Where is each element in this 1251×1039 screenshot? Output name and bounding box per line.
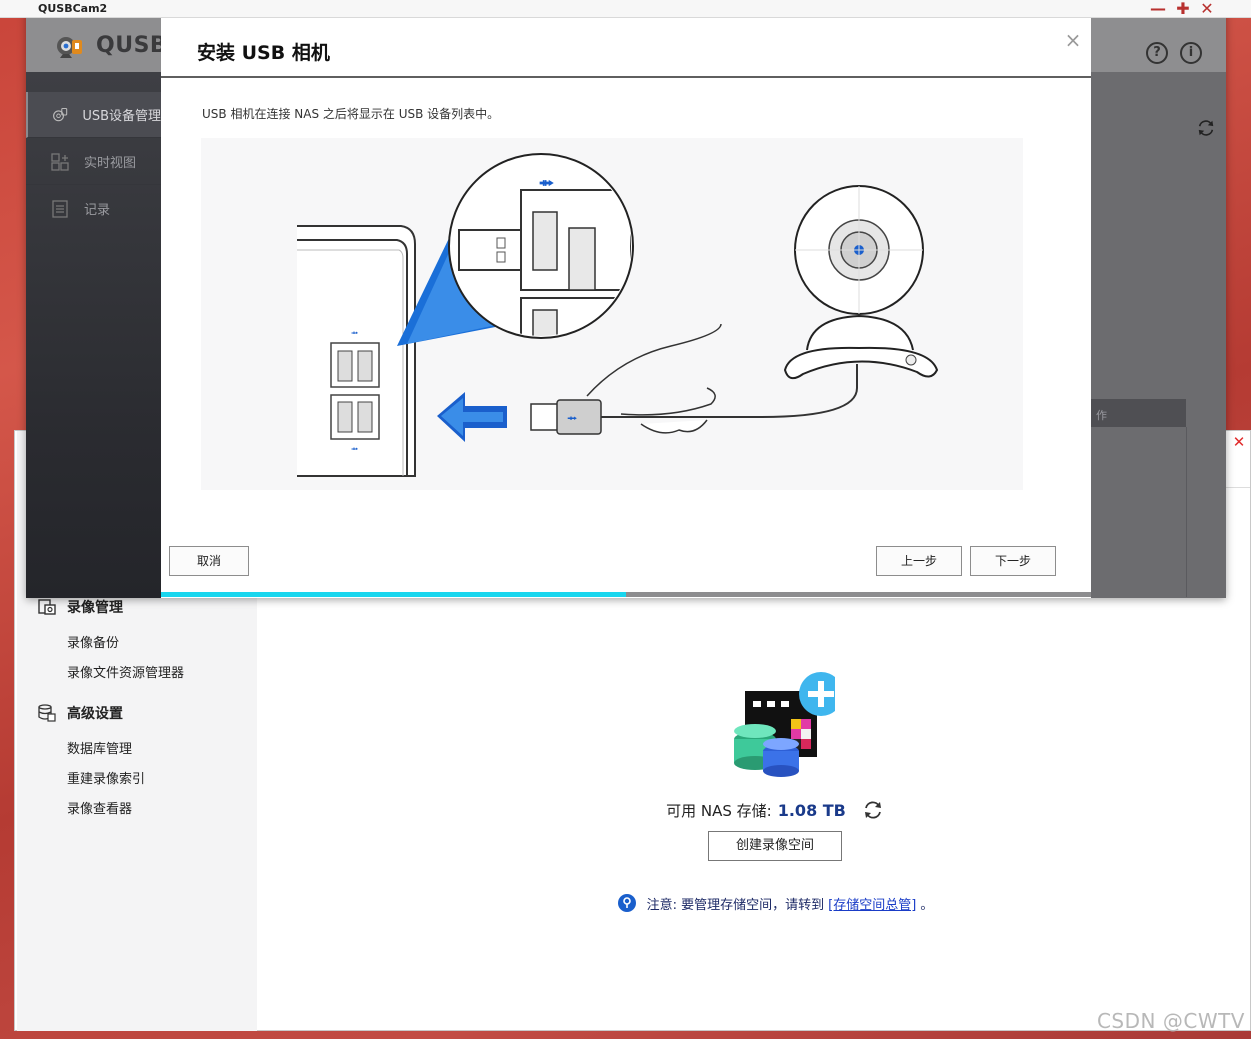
svg-text:⭼: ⭼ (539, 171, 554, 195)
svg-text:⭼: ⭼ (567, 411, 578, 427)
previous-step-button[interactable]: 上一步 (876, 546, 962, 576)
storage-manager-link[interactable]: [存储空间总管] (828, 894, 916, 913)
webcam-icon (53, 107, 68, 121)
grid-icon (51, 152, 69, 171)
install-usb-camera-dialog: 安装 USB 相机 × USB 相机在连接 NAS 之后将显示在 USB 设备列… (161, 18, 1091, 598)
group-title: 录像管理 (67, 600, 123, 616)
recording-folder-icon (38, 599, 56, 615)
database-settings-icon (38, 704, 56, 722)
table-column-header-actions: 作 (1090, 399, 1186, 427)
sidebar-item-label: 实时视图 (84, 156, 137, 171)
usb-camera-connection-illustration: ⭼ ⭼ ⭼ ⭼ (201, 138, 1023, 490)
create-recording-space-button[interactable]: 创建录像空间 (708, 831, 842, 861)
sidebar-group-recording-management[interactable]: 录像管理 (37, 597, 123, 617)
app-logo-text: QUSB (96, 33, 168, 58)
sidebar-item-live-view[interactable]: 实时视图 (26, 139, 161, 185)
sidebar-item-logs[interactable]: 记录 (26, 186, 161, 232)
dialog-title: 安装 USB 相机 (197, 42, 330, 64)
sidebar-item-label: 记录 (84, 203, 111, 218)
sidebar-item-recording-explorer[interactable]: 录像文件资源管理器 (67, 662, 184, 681)
sidebar-item-recording-backup[interactable]: 录像备份 (67, 632, 119, 651)
divider (161, 76, 1091, 78)
svg-text:⭼: ⭼ (351, 444, 359, 455)
sidebar-item-usb-device-management[interactable]: USB设备管理 (26, 92, 161, 138)
storage-label: 可用 NAS 存储: (666, 801, 772, 820)
title-bar: QUSBCam2 — ✚ ✕ (0, 0, 1251, 18)
storage-panel: 可用 NAS 存储: 1.08 TB 创建录像空间 注意: 要管理存储空间，请转… (575, 671, 975, 913)
close-icon[interactable]: ✕ (1197, 0, 1217, 18)
note-suffix: 。 (920, 897, 934, 913)
refresh-icon[interactable] (1196, 118, 1216, 138)
note-text: 注意: 要管理存储空间，请转到 (646, 897, 825, 913)
content-area (1091, 72, 1226, 598)
sidebar-group-advanced-settings[interactable]: 高级设置 (37, 703, 123, 723)
svg-text:⭼: ⭼ (351, 328, 359, 339)
storage-value: 1.08 TB (777, 800, 846, 820)
maximize-icon[interactable]: ✚ (1173, 0, 1193, 18)
sidebar-item-database-management[interactable]: 数据库管理 (67, 738, 132, 757)
next-step-button[interactable]: 下一步 (970, 546, 1056, 576)
close-icon[interactable]: ✕ (1230, 433, 1248, 451)
wizard-progress-bar (161, 592, 1091, 597)
list-icon (52, 199, 68, 218)
qusbcam-logo-icon (57, 37, 82, 58)
cancel-button[interactable]: 取消 (169, 546, 249, 576)
watermark: CSDN @CWTV (1096, 1009, 1245, 1033)
window-title: QUSBCam2 (38, 2, 108, 15)
dialog-description: USB 相机在连接 NAS 之后将显示在 USB 设备列表中。 (202, 107, 500, 121)
location-pin-icon (617, 894, 636, 912)
help-icon[interactable]: ? (1146, 42, 1168, 64)
qusbcam-window: QUSBCam2 — ✚ ✕ QUSB ? i USB设备管理 实时视图 记录 … (0, 0, 1251, 598)
close-icon[interactable]: × (1063, 28, 1083, 52)
divider (1186, 427, 1187, 597)
recording-space-icon (734, 672, 835, 777)
group-title: 高级设置 (67, 706, 123, 722)
sidebar-item-rebuild-index[interactable]: 重建录像索引 (67, 768, 145, 787)
info-icon[interactable]: i (1180, 42, 1202, 64)
refresh-icon[interactable] (862, 799, 884, 821)
sidebar-item-recording-viewer[interactable]: 录像查看器 (67, 798, 132, 817)
app-sidebar: USB设备管理 实时视图 记录 (26, 72, 161, 598)
sidebar-item-label: USB设备管理 (82, 109, 161, 124)
progress-fill (161, 592, 626, 597)
minimize-icon[interactable]: — (1148, 0, 1168, 18)
